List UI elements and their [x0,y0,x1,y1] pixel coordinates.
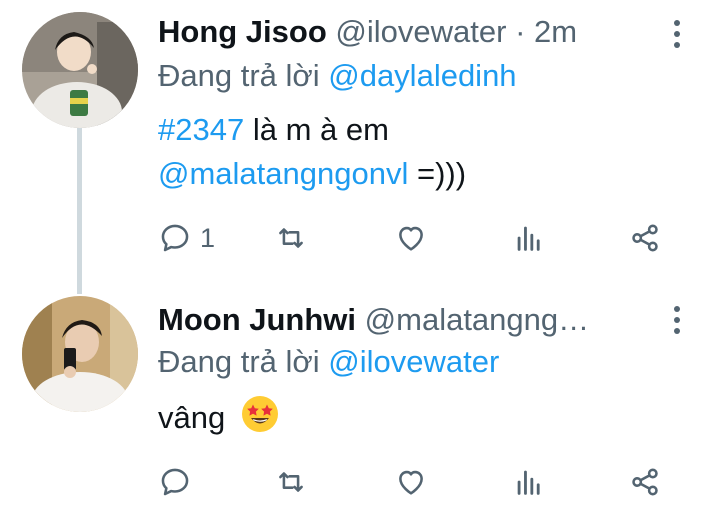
tweet-text: #2347 là m à em @malatangngonvl =))) [158,108,466,196]
reply-button[interactable] [158,462,200,502]
tweet: Moon Junhwi @malatangng… Đang trả lời @i… [0,282,720,509]
retweet-icon [279,472,303,492]
retweet-icon [279,228,303,248]
retweet-button[interactable] [274,218,308,258]
tweet-actions [158,462,678,502]
more-vertical-icon[interactable] [672,306,682,336]
timestamp[interactable]: · 2m [515,14,577,49]
reply-icon [161,224,189,252]
share-icon [632,224,658,252]
heart-icon [399,470,423,495]
tweet-header: Moon Junhwi @malatangng… [158,300,660,340]
like-button[interactable] [394,462,428,502]
views-button[interactable] [512,218,546,258]
display-name[interactable]: Hong Jisoo [158,14,327,49]
views-icon [517,226,540,251]
hashtag-link[interactable]: #2347 [158,112,244,147]
mention-link[interactable]: @malatangngonvl [158,156,408,191]
user-handle[interactable]: @ilovewater [335,14,506,49]
share-button[interactable] [628,462,662,502]
like-button[interactable] [394,218,428,258]
replying-to: Đang trả lời @ilovewater [158,342,499,382]
views-icon [517,470,540,495]
reply-count: 1 [200,222,216,253]
share-button[interactable] [628,218,662,258]
more-vertical-icon[interactable] [672,20,682,50]
avatar[interactable] [22,296,138,412]
replying-label: Đang trả lời [158,58,329,93]
tweet-text: vâng [158,394,280,446]
views-button[interactable] [512,462,546,502]
replying-to: Đang trả lời @daylaledinh [158,56,517,96]
tweet: Hong Jisoo @ilovewater · 2m Đang trả lời… [0,0,720,294]
thread-connector-line [77,128,82,294]
retweet-button[interactable] [274,462,308,502]
reply-icon [161,468,189,496]
star-struck-emoji [240,394,280,446]
display-name[interactable]: Moon Junhwi [158,302,356,337]
reply-button[interactable]: 1 [158,218,215,258]
tweet-header: Hong Jisoo @ilovewater · 2m [158,12,660,52]
share-icon [632,468,658,496]
user-handle[interactable]: @malatangng… [365,302,589,337]
tweet-text-part: =))) [408,156,467,191]
tweet-text-part: vâng [158,400,226,436]
tweet-text-part: là m à em [244,112,389,147]
replying-label: Đang trả lời [158,344,329,379]
heart-icon [399,226,423,251]
tweet-actions: 1 [158,218,678,258]
replying-to-mention[interactable]: @ilovewater [328,344,499,379]
avatar[interactable] [22,12,138,128]
replying-to-mention[interactable]: @daylaledinh [328,58,516,93]
